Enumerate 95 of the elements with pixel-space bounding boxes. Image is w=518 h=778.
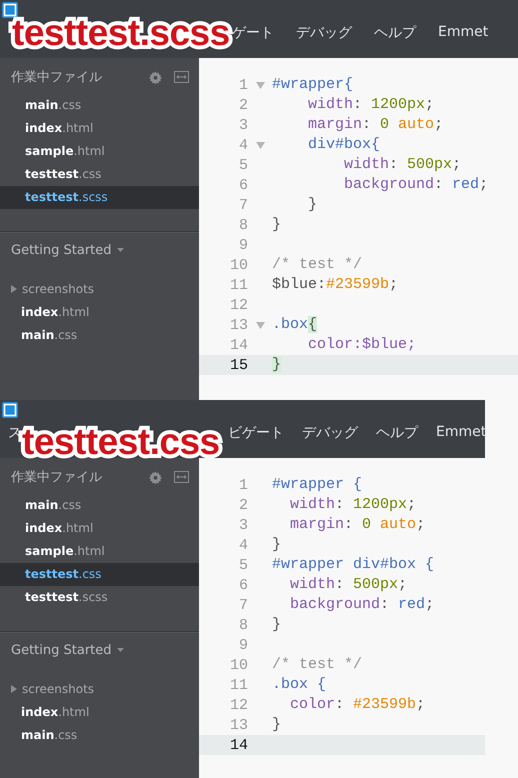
code-line: } xyxy=(272,616,282,634)
code-line: .box { xyxy=(272,676,326,694)
line-number: 14 xyxy=(228,736,248,754)
fold-arrow-icon[interactable] xyxy=(256,82,264,88)
line-number: 8 xyxy=(238,616,248,634)
folder-item[interactable]: screenshots xyxy=(22,282,94,296)
line-number: 10 xyxy=(228,656,248,674)
code-line: /* test */ xyxy=(272,256,362,274)
file-item[interactable]: index.html xyxy=(21,305,90,319)
line-number: 8 xyxy=(238,216,248,234)
fold-arrow-icon[interactable] xyxy=(256,322,264,328)
code-line: width: 500px; xyxy=(343,156,462,174)
file-item[interactable]: main.css xyxy=(0,494,199,517)
file-item[interactable]: index.html xyxy=(21,705,90,719)
gear-icon[interactable] xyxy=(149,470,162,484)
line-number: 4 xyxy=(238,536,248,554)
file-item[interactable]: testtest.scss xyxy=(0,586,199,609)
line-number: 1 xyxy=(238,476,248,494)
menu-item[interactable]: ビゲート xyxy=(228,424,284,442)
code-line: background: red; xyxy=(343,176,488,194)
line-number: 5 xyxy=(238,556,248,574)
line-number: 14 xyxy=(228,336,248,354)
file-item[interactable]: testtest.css xyxy=(0,563,199,586)
annotation-label: testtest.scss xyxy=(12,13,230,54)
line-number: 13 xyxy=(228,316,248,334)
line-number: 11 xyxy=(228,276,248,294)
code-line: } xyxy=(272,716,282,734)
project-title[interactable]: Getting Started xyxy=(11,643,112,658)
line-number: 6 xyxy=(238,576,248,594)
code-line: width: 500px; xyxy=(289,576,408,594)
menu-item[interactable]: デバッグ xyxy=(296,24,352,42)
line-number: 11 xyxy=(228,676,248,694)
code-line: #wrapper{ xyxy=(272,76,354,94)
section-title: 作業中ファイル xyxy=(11,469,103,486)
caret-icon[interactable] xyxy=(116,248,124,253)
file-item[interactable]: main.css xyxy=(21,728,78,742)
code-line: margin: 0 auto; xyxy=(289,516,426,534)
line-number: 4 xyxy=(238,136,248,154)
line-number: 6 xyxy=(238,176,248,194)
split-view-icon[interactable] xyxy=(174,471,189,483)
line-number: 13 xyxy=(228,716,248,734)
file-item[interactable]: sample.html xyxy=(0,540,199,563)
line-number: 10 xyxy=(228,256,248,274)
split-view-icon[interactable] xyxy=(174,71,189,83)
annotation-label: testtest.css xyxy=(22,422,220,463)
code-line: /* test */ xyxy=(272,656,362,674)
menu-item[interactable]: ヘルプ xyxy=(376,424,418,442)
line-number: 2 xyxy=(238,96,248,114)
line-number: 9 xyxy=(238,236,248,254)
code-line: $blue:#23599b; xyxy=(272,276,398,294)
folder-item[interactable]: screenshots xyxy=(22,682,94,696)
caret-icon[interactable] xyxy=(116,648,124,653)
file-item[interactable]: index.html xyxy=(0,117,199,140)
expand-arrow-icon[interactable] xyxy=(11,285,17,293)
menu-item[interactable]: ヘルプ xyxy=(374,24,416,42)
code-line: .box{ xyxy=(272,316,318,334)
code-line: #wrapper div#box { xyxy=(272,556,434,574)
line-number: 5 xyxy=(238,156,248,174)
project-title[interactable]: Getting Started xyxy=(11,243,112,258)
menu-item[interactable]: ゲート xyxy=(232,24,274,42)
line-number: 7 xyxy=(238,596,248,614)
file-item[interactable]: main.css xyxy=(21,328,78,342)
line-number: 3 xyxy=(238,116,248,134)
code-line: div#box{ xyxy=(307,136,380,154)
file-item[interactable]: testtest.css xyxy=(0,163,199,186)
section-title: 作業中ファイル xyxy=(11,69,103,86)
code-line: color: #23599b; xyxy=(289,696,426,714)
line-number: 9 xyxy=(238,636,248,654)
code-line: } xyxy=(307,196,318,214)
gear-icon[interactable] xyxy=(149,70,162,84)
line-number: 7 xyxy=(238,196,248,214)
file-item[interactable]: main.css xyxy=(0,94,199,117)
line-number: 15 xyxy=(228,356,248,374)
expand-arrow-icon[interactable] xyxy=(11,685,17,693)
line-number: 2 xyxy=(238,496,248,514)
line-number: 3 xyxy=(238,516,248,534)
code-line: } xyxy=(272,536,282,554)
line-number: 12 xyxy=(228,696,248,714)
menu-item[interactable]: デバッグ xyxy=(302,424,358,442)
code-line: margin: 0 auto; xyxy=(307,116,444,134)
line-number: 1 xyxy=(238,76,248,94)
fold-arrow-icon[interactable] xyxy=(256,142,264,148)
code-line: } xyxy=(272,216,282,234)
file-item[interactable]: index.html xyxy=(0,517,199,540)
code-line: background: red; xyxy=(289,596,434,614)
file-item[interactable]: testtest.scss xyxy=(0,186,199,209)
app-logo-icon xyxy=(2,2,18,18)
code-line: color:$blue; xyxy=(307,336,416,354)
code-line: #wrapper { xyxy=(272,476,362,494)
code-line: width: 1200px; xyxy=(289,496,416,514)
file-item[interactable]: sample.html xyxy=(0,140,199,163)
menu-item[interactable]: Emmet xyxy=(438,24,488,42)
code-line: width: 1200px; xyxy=(307,96,434,114)
line-number: 12 xyxy=(228,296,248,314)
app-logo-icon xyxy=(2,402,18,418)
